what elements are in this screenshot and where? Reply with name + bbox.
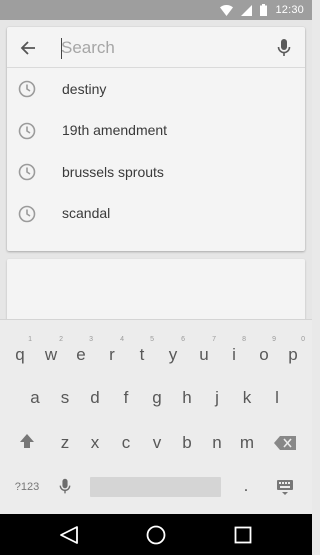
keyboard-switch-key[interactable] — [274, 479, 296, 500]
key-label: p — [288, 345, 298, 364]
key-a[interactable]: a — [23, 388, 47, 408]
history-item-label: scandal — [62, 205, 111, 222]
signal-icon — [241, 4, 253, 16]
key-z[interactable]: z — [53, 433, 77, 453]
soft-keyboard: 1q2w3e4r5t6y7u8i9o0p asdfghjkl zxcvbnm ?… — [0, 319, 312, 514]
square-recents-icon — [234, 526, 252, 544]
status-icons: 12:30 — [220, 3, 304, 17]
key-v[interactable]: v — [145, 433, 169, 453]
key-g[interactable]: g — [145, 388, 169, 408]
history-item-label: destiny — [62, 80, 107, 97]
search-history-list: destiny 19th amendment brussels sprouts … — [7, 68, 305, 234]
search-input[interactable] — [61, 34, 261, 62]
recents-nav-button[interactable] — [232, 524, 254, 546]
key-label: e — [76, 345, 86, 364]
key-number-hint: 5 — [150, 336, 154, 343]
key-q[interactable]: 1q — [8, 336, 32, 364]
status-time: 12:30 — [275, 4, 304, 16]
key-number-hint: 9 — [272, 336, 276, 343]
shift-key[interactable] — [17, 433, 37, 454]
wifi-icon — [220, 4, 234, 16]
key-d[interactable]: d — [83, 388, 107, 408]
key-s[interactable]: s — [53, 388, 77, 408]
shift-arrow-icon — [20, 434, 34, 448]
history-item[interactable]: destiny — [7, 68, 305, 110]
key-label: q — [15, 345, 25, 364]
key-number-hint: 4 — [120, 336, 124, 343]
back-nav-button[interactable] — [58, 524, 80, 546]
history-item[interactable]: scandal — [7, 193, 305, 235]
key-y[interactable]: 6y — [161, 336, 185, 364]
key-number-hint: 8 — [242, 336, 246, 343]
history-item-label: brussels sprouts — [62, 163, 164, 180]
circle-home-icon — [146, 525, 166, 545]
key-label: o — [259, 345, 269, 364]
key-label: i — [232, 345, 236, 364]
key-p[interactable]: 0p — [281, 336, 305, 364]
history-item[interactable]: brussels sprouts — [7, 151, 305, 193]
key-number-hint: 0 — [301, 336, 305, 343]
key-x[interactable]: x — [83, 433, 107, 453]
clock-icon — [18, 205, 36, 222]
key-r[interactable]: 4r — [100, 336, 124, 364]
key-b[interactable]: b — [175, 433, 199, 453]
key-t[interactable]: 5t — [130, 336, 154, 364]
history-item-label: 19th amendment — [62, 122, 168, 139]
key-label: w — [44, 345, 58, 364]
key-label: y — [168, 345, 178, 364]
key-m[interactable]: m — [235, 433, 259, 453]
key-h[interactable]: h — [175, 388, 199, 408]
search-bar — [7, 27, 305, 68]
key-e[interactable]: 3e — [69, 336, 93, 364]
back-arrow-icon — [20, 41, 35, 55]
microphone-icon — [277, 39, 291, 56]
key-f[interactable]: f — [114, 388, 138, 408]
clock-icon — [18, 163, 36, 181]
text-cursor — [61, 38, 62, 59]
history-item[interactable]: 19th amendment — [7, 110, 305, 152]
symbols-key[interactable]: ?123 — [8, 481, 46, 493]
microphone-icon — [59, 478, 71, 494]
key-label: t — [139, 345, 145, 364]
keyboard-icon — [277, 480, 293, 495]
key-j[interactable]: j — [205, 388, 229, 408]
key-u[interactable]: 7u — [192, 336, 216, 364]
space-key[interactable] — [90, 477, 221, 497]
key-o[interactable]: 9o — [252, 336, 276, 364]
key-number-hint: 6 — [181, 336, 185, 343]
voice-search-button[interactable] — [273, 37, 295, 59]
key-n[interactable]: n — [205, 433, 229, 453]
key-number-hint: 7 — [212, 336, 216, 343]
key-number-hint: 2 — [59, 336, 63, 343]
navigation-bar — [0, 514, 312, 555]
key-i[interactable]: 8i — [222, 336, 246, 364]
clock-icon — [18, 80, 36, 98]
key-label: u — [199, 345, 209, 364]
key-k[interactable]: k — [235, 388, 259, 408]
home-nav-button[interactable] — [145, 524, 167, 546]
battery-icon — [260, 4, 268, 16]
triangle-back-icon — [60, 526, 78, 544]
backspace-key[interactable] — [274, 435, 296, 455]
back-button[interactable] — [17, 37, 39, 59]
voice-input-key[interactable] — [56, 478, 74, 500]
key-c[interactable]: c — [114, 433, 138, 453]
key-l[interactable]: l — [265, 388, 289, 408]
backspace-icon — [274, 436, 296, 450]
key-w[interactable]: 2w — [39, 336, 63, 364]
clock-icon — [18, 122, 36, 139]
status-bar: 12:30 — [0, 0, 312, 20]
key-number-hint: 3 — [89, 336, 93, 343]
period-key[interactable]: . — [238, 476, 254, 496]
key-number-hint: 1 — [28, 336, 32, 343]
search-card: destiny 19th amendment brussels sprouts … — [7, 27, 305, 251]
key-label: r — [109, 345, 115, 364]
